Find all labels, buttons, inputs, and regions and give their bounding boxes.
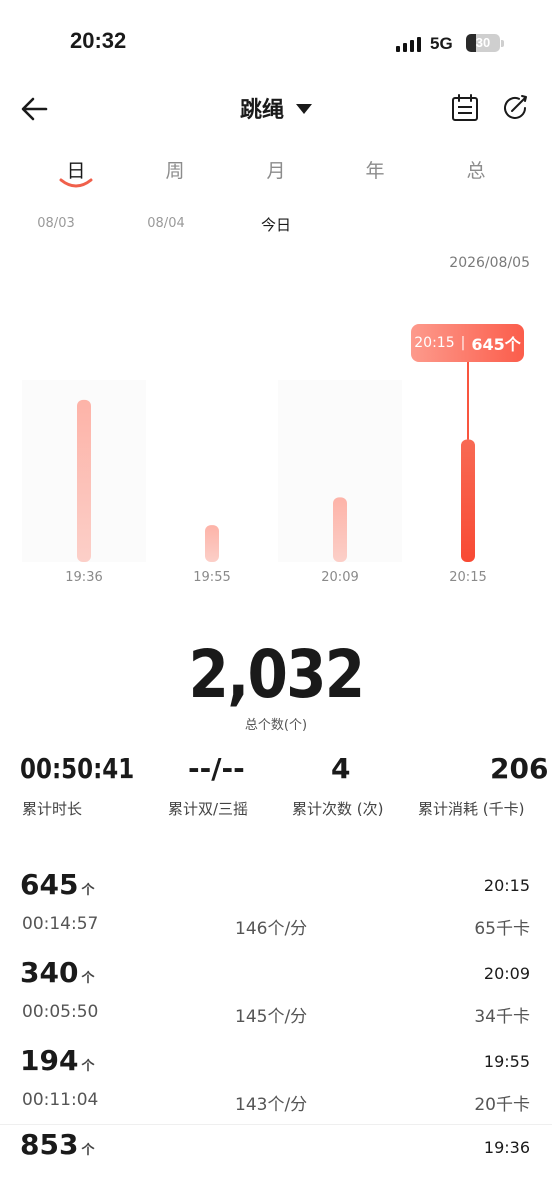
record-duration: 00:11:04 xyxy=(22,1090,99,1110)
date-item[interactable]: 08/03 xyxy=(26,216,86,231)
divider xyxy=(0,1124,552,1125)
battery-icon: 30 xyxy=(466,34,500,52)
tab-active-indicator xyxy=(59,178,93,188)
record-count-unit: 个 xyxy=(81,971,95,986)
stat-double-triple-value: --/-- xyxy=(188,752,245,785)
tooltip-time: 20:15 xyxy=(414,335,455,351)
record-rate: 146个/分 xyxy=(235,919,308,939)
stat-sessions-value: 4 xyxy=(331,752,351,785)
record-count: 340 个 xyxy=(20,956,94,989)
calendar-icon[interactable] xyxy=(450,93,480,123)
record-count: 194 个 xyxy=(20,1044,94,1077)
total-count: 2,032 xyxy=(188,636,366,713)
tooltip-value: 645个 xyxy=(471,335,521,354)
record-row[interactable]: 194 个 19:55 00:11:04 143个/分 20千卡 xyxy=(0,1038,552,1118)
record-count-unit: 个 xyxy=(81,883,95,898)
record-duration: 00:14:57 xyxy=(22,914,99,934)
record-time: 20:15 xyxy=(483,876,530,895)
tab-year[interactable]: 年 xyxy=(345,156,405,183)
status-time: 20:32 xyxy=(70,28,127,53)
record-count-value: 645 xyxy=(20,868,79,901)
record-row[interactable]: 645 个 20:15 00:14:57 146个/分 65千卡 xyxy=(0,862,552,942)
x-tick-label: 19:55 xyxy=(193,570,230,585)
chart-tooltip: 20:15 | 645个 xyxy=(411,324,524,362)
record-row[interactable]: 853 个 19:36 xyxy=(0,1126,552,1200)
chart-bar[interactable] xyxy=(77,399,91,562)
stat-calories-value: 206 xyxy=(490,752,549,785)
tooltip-separator: | xyxy=(460,335,466,351)
record-count: 853 个 xyxy=(20,1128,94,1161)
chart-bar[interactable] xyxy=(333,497,347,562)
battery-percent: 30 xyxy=(475,35,491,50)
stat-double-triple-label: 累计双/三摇 xyxy=(168,800,249,818)
share-icon[interactable] xyxy=(500,93,530,123)
stat-duration-label: 累计时长 xyxy=(22,800,83,818)
tab-total[interactable]: 总 xyxy=(446,156,506,183)
record-rate: 143个/分 xyxy=(235,1095,308,1115)
record-count-value: 853 xyxy=(20,1128,79,1161)
record-count-unit: 个 xyxy=(81,1059,95,1074)
stat-calories-label: 累计消耗 (千卡) xyxy=(418,800,525,818)
record-duration: 00:05:50 xyxy=(22,1002,99,1022)
x-tick-label: 20:15 xyxy=(449,570,486,585)
record-count-value: 194 xyxy=(20,1044,79,1077)
x-tick-label: 19:36 xyxy=(65,570,102,585)
record-time: 20:09 xyxy=(483,964,530,983)
caret-down-icon xyxy=(296,104,312,114)
record-calories: 65千卡 xyxy=(474,919,530,939)
record-count: 645 个 xyxy=(20,868,94,901)
page-title: 跳绳 xyxy=(239,98,284,123)
date-item-today[interactable]: 今日 xyxy=(246,214,306,235)
record-calories: 34千卡 xyxy=(474,1007,530,1027)
chart-bar[interactable] xyxy=(461,439,475,562)
record-rate: 145个/分 xyxy=(235,1007,308,1027)
tab-week[interactable]: 周 xyxy=(145,156,205,183)
signal-icon xyxy=(396,36,422,52)
record-count-unit: 个 xyxy=(81,1143,95,1158)
record-count-value: 340 xyxy=(20,956,79,989)
record-time: 19:36 xyxy=(483,1138,530,1157)
tab-month[interactable]: 月 xyxy=(246,156,306,183)
chart-bar[interactable] xyxy=(205,525,219,562)
network-label: 5G xyxy=(430,34,453,53)
x-tick-label: 20:09 xyxy=(321,570,358,585)
record-calories: 20千卡 xyxy=(474,1095,530,1115)
date-item[interactable]: 08/04 xyxy=(136,216,196,231)
stat-sessions-label: 累计次数 (次) xyxy=(292,800,384,818)
current-date: 2026/08/05 xyxy=(449,255,530,271)
record-time: 19:55 xyxy=(483,1052,530,1071)
battery-cap xyxy=(501,40,504,47)
total-count-label: 总个数(个) xyxy=(244,718,308,733)
record-row[interactable]: 340 个 20:09 00:05:50 145个/分 34千卡 xyxy=(0,950,552,1030)
stat-duration-value: 00:50:41 xyxy=(20,752,135,785)
